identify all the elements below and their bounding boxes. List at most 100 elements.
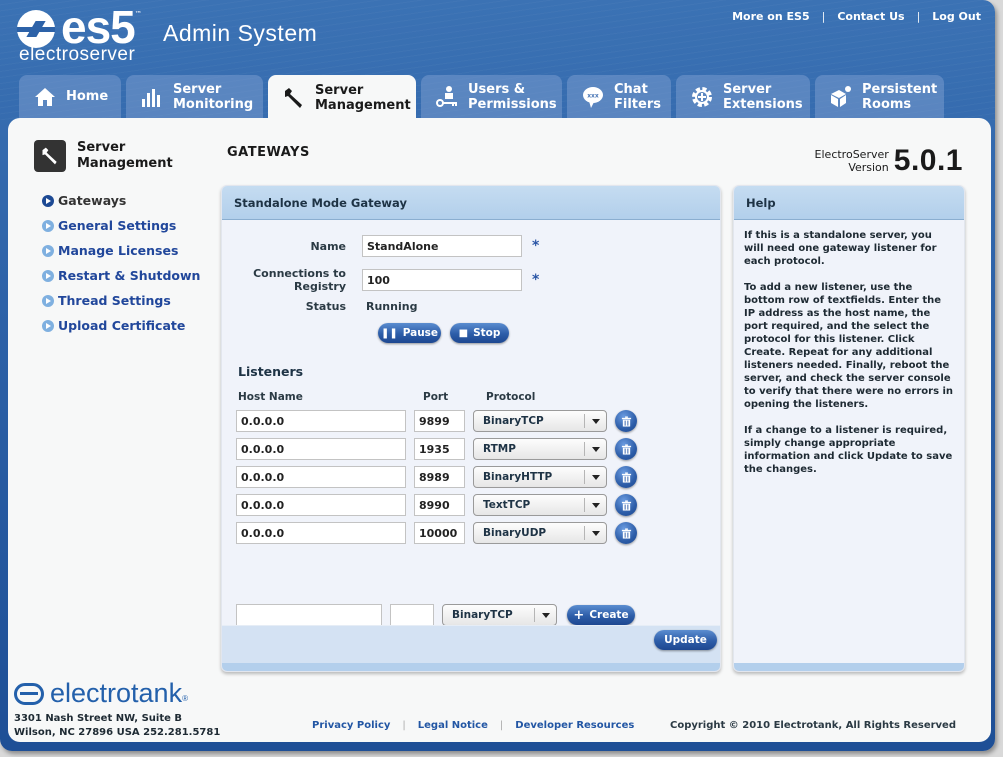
host-input[interactable] bbox=[236, 438, 406, 460]
logo-es5-text: es5 bbox=[61, 1, 136, 53]
logo-trademark: ™ bbox=[134, 10, 142, 18]
connections-label: Connections to Registry bbox=[253, 267, 346, 293]
company-address: 3301 Nash Street NW, Suite B Wilson, NC … bbox=[14, 712, 220, 740]
sidebar-item-upload-certificate[interactable]: Upload Certificate bbox=[42, 313, 200, 338]
create-button[interactable]: + Create bbox=[567, 605, 635, 625]
tab-chat-filters[interactable]: xxx Chat Filters bbox=[567, 75, 671, 118]
plus-icon: + bbox=[573, 607, 585, 623]
protocol-value: BinaryTCP bbox=[483, 415, 544, 427]
wrench-icon bbox=[282, 86, 306, 110]
protocol-select[interactable]: BinaryUDP bbox=[473, 522, 607, 544]
tab-label-line2: Permissions bbox=[468, 96, 557, 112]
name-input[interactable] bbox=[362, 235, 522, 257]
host-input[interactable] bbox=[236, 466, 406, 488]
developer-resources-link[interactable]: Developer Resources bbox=[515, 720, 634, 731]
listener-row: RTMP bbox=[236, 438, 637, 460]
new-host-input[interactable] bbox=[236, 604, 382, 626]
delete-listener-button[interactable] bbox=[615, 494, 637, 516]
sidebar-item-label: General Settings bbox=[58, 218, 177, 233]
protocol-select[interactable]: BinaryHTTP bbox=[473, 466, 607, 488]
more-on-es5-link[interactable]: More on ES5 bbox=[732, 10, 810, 23]
name-row: Name * bbox=[222, 235, 539, 257]
new-protocol-select[interactable]: BinaryTCP bbox=[442, 604, 557, 626]
contact-us-link[interactable]: Contact Us bbox=[837, 10, 904, 23]
listener-row: BinaryUDP bbox=[236, 522, 637, 544]
footer-links: Privacy Policy | Legal Notice | Develope… bbox=[312, 720, 634, 731]
protocol-select[interactable]: BinaryTCP bbox=[473, 410, 607, 432]
tab-home[interactable]: Home bbox=[19, 75, 121, 118]
host-input[interactable] bbox=[236, 522, 406, 544]
sidebar-item-manage-licenses[interactable]: Manage Licenses bbox=[42, 238, 200, 263]
host-input[interactable] bbox=[236, 494, 406, 516]
main-tabs: Home Server Monitoring Server Management U… bbox=[19, 75, 944, 121]
dropdown-arrow-icon bbox=[584, 442, 606, 456]
stop-icon: ■ bbox=[458, 327, 469, 339]
protocol-select[interactable]: RTMP bbox=[473, 438, 607, 460]
electrotank-logo-icon bbox=[14, 682, 44, 705]
gear-plus-icon bbox=[690, 85, 714, 109]
copyright: Copyright © 2010 Electrotank, All Rights… bbox=[669, 720, 956, 731]
stop-button[interactable]: ■ Stop bbox=[450, 323, 509, 343]
pause-icon: ❚❚ bbox=[380, 327, 398, 339]
port-input[interactable] bbox=[414, 438, 465, 460]
stop-label: Stop bbox=[473, 327, 501, 339]
protocol-value: BinaryUDP bbox=[483, 527, 547, 539]
tab-server-monitoring[interactable]: Server Monitoring bbox=[126, 75, 263, 118]
protocol-value: BinaryHTTP bbox=[483, 471, 553, 483]
tab-server-management[interactable]: Server Management bbox=[268, 75, 416, 121]
es5-logo[interactable]: es5 ™ bbox=[17, 1, 142, 53]
app-title: Admin System bbox=[163, 20, 318, 46]
tab-users-permissions[interactable]: Users & Permissions bbox=[421, 75, 562, 118]
legal-notice-link[interactable]: Legal Notice bbox=[418, 720, 488, 731]
arrow-bullet-icon bbox=[42, 269, 54, 282]
sidebar-item-gateways[interactable]: Gateways bbox=[42, 188, 200, 213]
delete-listener-button[interactable] bbox=[615, 466, 637, 488]
privacy-policy-link[interactable]: Privacy Policy bbox=[312, 720, 390, 731]
sidebar-item-thread-settings[interactable]: Thread Settings bbox=[42, 288, 200, 313]
help-paragraph: If this is a standalone server, you will… bbox=[744, 230, 937, 267]
protocol-value: TextTCP bbox=[483, 499, 531, 511]
arrow-bullet-icon bbox=[42, 294, 54, 307]
electrotank-brand: electrotank bbox=[50, 678, 183, 708]
pause-button[interactable]: ❚❚ Pause bbox=[378, 323, 441, 343]
delete-listener-button[interactable] bbox=[615, 522, 637, 544]
connections-input[interactable] bbox=[362, 269, 522, 291]
arrow-bullet-icon bbox=[42, 244, 54, 257]
electrotank-logo[interactable]: electrotank ® bbox=[14, 678, 188, 709]
sidebar-nav: Gateways General Settings Manage License… bbox=[42, 188, 200, 338]
new-listener-row: BinaryTCP + Create bbox=[236, 604, 635, 626]
column-header-protocol: Protocol bbox=[486, 391, 536, 403]
tab-label: Home bbox=[66, 89, 109, 104]
arrow-bullet-icon bbox=[42, 219, 54, 232]
sidebar-item-restart-shutdown[interactable]: Restart & Shutdown bbox=[42, 263, 200, 288]
address-line1: 3301 Nash Street NW, Suite B bbox=[14, 713, 183, 724]
new-port-input[interactable] bbox=[390, 604, 434, 626]
update-button[interactable]: Update bbox=[654, 630, 717, 650]
link-separator: | bbox=[402, 720, 406, 731]
app-frame: es5 ™ electroserver Admin System More on… bbox=[0, 0, 995, 751]
tab-label-line2: Monitoring bbox=[173, 96, 254, 112]
sidebar-item-general-settings[interactable]: General Settings bbox=[42, 213, 200, 238]
host-input[interactable] bbox=[236, 410, 406, 432]
port-input[interactable] bbox=[414, 410, 465, 432]
port-input[interactable] bbox=[414, 494, 465, 516]
link-separator: | bbox=[916, 10, 921, 23]
link-separator: | bbox=[499, 720, 504, 731]
required-marker: * bbox=[532, 238, 540, 254]
registered-mark: ® bbox=[182, 694, 188, 703]
protocol-value: BinaryTCP bbox=[452, 609, 513, 621]
port-input[interactable] bbox=[414, 466, 465, 488]
sidebar-item-label: Manage Licenses bbox=[58, 243, 179, 258]
content-area: Server Management Gateways General Setti… bbox=[8, 118, 991, 742]
version-number: 5.0.1 bbox=[893, 144, 963, 177]
panel-bottom-bar bbox=[734, 663, 964, 671]
log-out-link[interactable]: Log Out bbox=[932, 10, 981, 23]
tab-server-extensions[interactable]: Server Extensions bbox=[676, 75, 810, 118]
port-input[interactable] bbox=[414, 522, 465, 544]
protocol-select[interactable]: TextTCP bbox=[473, 494, 607, 516]
delete-listener-button[interactable] bbox=[615, 438, 637, 460]
delete-listener-button[interactable] bbox=[615, 410, 637, 432]
tab-persistent-rooms[interactable]: Persistent Rooms bbox=[815, 75, 944, 118]
required-marker: * bbox=[532, 272, 540, 288]
tab-label-line1: Persistent bbox=[862, 81, 938, 97]
